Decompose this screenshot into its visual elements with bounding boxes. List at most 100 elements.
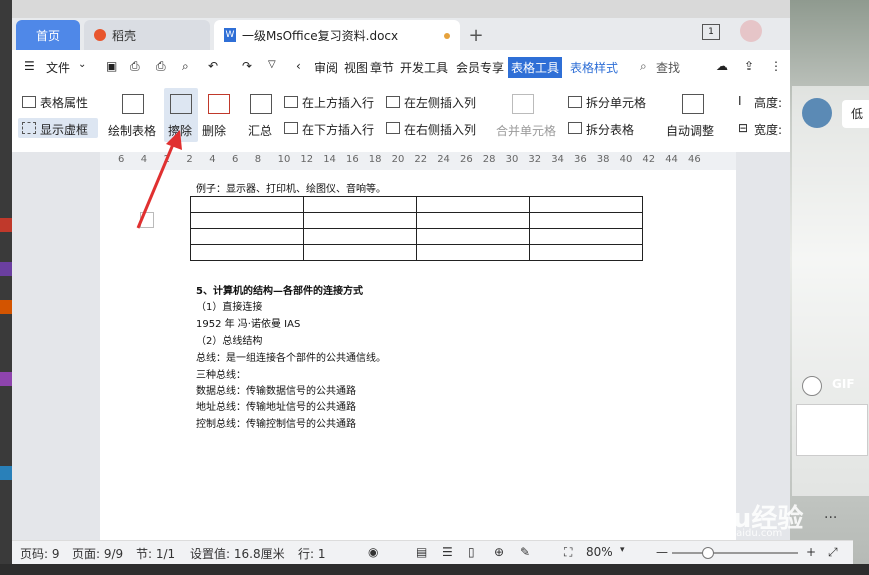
zoom-dropdown-icon[interactable]: ▾ [620, 545, 625, 555]
word-doc-icon: W [224, 28, 236, 42]
outline-view-icon[interactable]: ☰ [442, 545, 453, 559]
tab-home[interactable]: 首页 [16, 20, 80, 50]
ruler-tick-label: 6 [118, 154, 125, 165]
undo-icon[interactable]: ↶ [208, 59, 218, 73]
fit-page-icon[interactable]: ⛶ [564, 545, 572, 560]
zoom-level[interactable]: 80% [586, 545, 613, 559]
table-cell [303, 228, 417, 245]
auto-fit-icon [682, 94, 704, 114]
write-mode-icon[interactable]: ✎ [520, 545, 530, 559]
more-options-button[interactable]: ··· [824, 510, 837, 526]
tab-docer[interactable]: 稻壳 [84, 20, 210, 50]
web-view-icon[interactable]: ⊕ [494, 545, 504, 559]
share-icon[interactable]: ⇪ [744, 59, 754, 73]
gif-button[interactable]: GIF [832, 377, 855, 391]
doc-line: 总线：是一组连接各个部件的公共通信线。 [196, 353, 386, 364]
zoom-slider-track[interactable] [672, 552, 798, 554]
insert-row-below-button[interactable]: 在下方插入行 [302, 121, 374, 138]
insert-col-left-button[interactable]: 在左侧插入列 [404, 94, 476, 111]
status-setting[interactable]: 设置值: 16.8厘米 [190, 545, 285, 562]
print-icon[interactable]: ⎙ [156, 59, 166, 74]
export-pdf-icon[interactable]: ⎙ [130, 59, 140, 74]
ruler-tick-label: 22 [414, 154, 428, 165]
section-heading: 5、计算机的结构—各部件的连接方式 [196, 286, 363, 297]
split-cells-icon [568, 96, 582, 108]
zoom-out-button[interactable]: — [656, 545, 668, 559]
horizontal-ruler[interactable]: 6422468101214161820222426283032343638404… [100, 152, 736, 170]
insert-row-above-icon [284, 96, 298, 108]
summary-button[interactable]: 汇总 [248, 122, 272, 139]
fullscreen-icon[interactable]: ⤢ [828, 545, 838, 560]
doc-line: 控制总线：传输控制信号的公共通路 [196, 419, 356, 430]
document-margin-left [12, 152, 100, 540]
reading-view-icon[interactable]: ▯ [468, 545, 475, 559]
watermark-url: jingyan.baidu.com [690, 528, 783, 539]
chevron-down-icon[interactable]: ⌄ [78, 59, 86, 70]
status-page-number[interactable]: 页码: 9 [20, 545, 60, 562]
eye-protection-icon[interactable]: ◉ [368, 545, 378, 559]
zoom-in-button[interactable]: + [806, 545, 816, 559]
table-cell [416, 228, 530, 245]
menu-file[interactable]: 文件 [46, 59, 70, 76]
merge-cells-button[interactable]: 合并单元格 [496, 122, 556, 139]
page-view-icon[interactable]: ▤ [416, 545, 427, 559]
ruler-tick-label: 42 [642, 154, 656, 165]
show-gridlines-button[interactable]: 显示虚框 [40, 121, 88, 138]
document-table[interactable] [190, 196, 643, 261]
ruler-tick-label: 20 [391, 154, 405, 165]
user-avatar[interactable] [740, 20, 762, 42]
menu-table-tools[interactable]: 表格工具 [508, 57, 563, 78]
split-table-button[interactable]: 拆分表格 [586, 121, 634, 138]
quick-access-more-icon[interactable]: ▽ [268, 59, 276, 70]
desktop-icon[interactable] [0, 372, 12, 386]
status-row[interactable]: 行: 1 [298, 545, 326, 562]
table-properties-button[interactable]: 表格属性 [40, 94, 88, 111]
hamburger-icon[interactable]: ☰ [24, 59, 35, 73]
emoji-icon[interactable] [802, 376, 822, 396]
desktop-icon[interactable] [0, 218, 12, 232]
ruler-tick-label: 14 [323, 154, 336, 165]
auto-fit-button[interactable]: 自动调整 [666, 122, 714, 139]
print-preview-icon[interactable]: ⌕ [182, 59, 189, 74]
status-page[interactable]: 页面: 9/9 [72, 545, 123, 562]
menu-review[interactable]: 审阅 [314, 59, 338, 76]
draw-table-icon [122, 94, 144, 114]
menu-search[interactable]: 查找 [656, 59, 680, 76]
insert-col-right-button[interactable]: 在右侧插入列 [404, 121, 476, 138]
menu-chapter[interactable]: 章节 [370, 59, 394, 76]
search-icon[interactable]: ⌕ [640, 59, 647, 74]
table-properties-icon [22, 96, 36, 108]
unsaved-dot [444, 33, 450, 39]
zoom-slider-handle[interactable] [702, 547, 714, 559]
new-tab-button[interactable]: + [462, 20, 490, 50]
document-thumbnail[interactable] [796, 404, 868, 456]
menu-table-style[interactable]: 表格样式 [570, 59, 618, 76]
cloud-sync-icon[interactable]: ☁ [716, 59, 728, 73]
table-cell [529, 212, 643, 229]
ruler-tick-label: 36 [574, 154, 587, 165]
table-cell [190, 196, 304, 213]
menu-member[interactable]: 会员专享 [456, 59, 504, 76]
status-bar: 页码: 9 页面: 9/9 节: 1/1 设置值: 16.8厘米 行: 1 ◉ … [12, 540, 853, 565]
desktop-icon[interactable] [0, 466, 12, 480]
status-section[interactable]: 节: 1/1 [136, 545, 175, 562]
redo-icon[interactable]: ↷ [242, 59, 252, 73]
split-cells-button[interactable]: 拆分单元格 [586, 94, 646, 111]
merge-cells-icon [512, 94, 534, 114]
avatar[interactable] [802, 98, 832, 128]
scroll-left-icon[interactable]: ‹ [296, 59, 301, 73]
delete-button[interactable]: 删除 [202, 122, 226, 139]
desktop-icon[interactable] [0, 300, 12, 314]
more-icon[interactable]: ⋮ [770, 59, 782, 73]
insert-row-above-button[interactable]: 在上方插入行 [302, 94, 374, 111]
window-count-badge[interactable]: 1 [702, 24, 720, 40]
desktop-icon[interactable] [0, 262, 12, 276]
tab-document[interactable]: W 一级MsOffice复习资料.docx [214, 20, 460, 50]
ruler-tick-label: 10 [277, 154, 291, 165]
menu-view[interactable]: 视图 [344, 59, 368, 76]
example-line: 例子：显示器、打印机、绘图仪、音响等。 [196, 184, 386, 195]
menu-developer[interactable]: 开发工具 [400, 59, 448, 76]
ruler-tick-label: 4 [209, 154, 216, 165]
ruler-tick-label: 8 [254, 154, 262, 165]
save-icon[interactable]: ▣ [106, 59, 117, 73]
